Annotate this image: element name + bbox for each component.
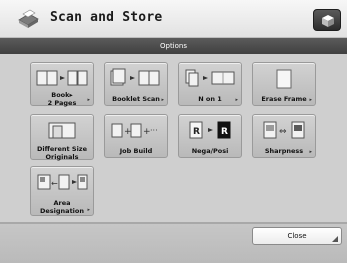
booklet-scan-icon (105, 68, 167, 90)
svg-text:R: R (193, 127, 200, 137)
corner-mark-icon (332, 236, 338, 242)
title-bar: Scan and Store (0, 0, 347, 38)
cube-icon (322, 15, 334, 27)
erase-frame-icon (253, 68, 315, 90)
close-button[interactable]: Close (252, 227, 342, 245)
chevron-right-icon: ▸ (235, 97, 238, 103)
area-designation-icon: ← (31, 172, 93, 194)
area-designation-button[interactable]: ← Area Designation ▸ (30, 166, 94, 216)
svg-text:←: ← (51, 179, 58, 188)
n-on-1-icon (179, 68, 241, 90)
nega-posi-button[interactable]: R R Nega/Posi (178, 114, 242, 158)
sharpness-label: Sharpness (264, 147, 304, 155)
scan-and-store-icon (15, 8, 41, 30)
area-designation-label: Area Designation (40, 199, 84, 215)
different-size-originals-button[interactable]: Different Size Originals (30, 114, 94, 161)
page-title: Scan and Store (50, 10, 163, 25)
job-build-button[interactable]: + + ··· Job Build (104, 114, 168, 158)
erase-frame-label: Erase Frame (261, 95, 307, 103)
job-build-icon: + + ··· (105, 120, 167, 142)
n-on-1-button[interactable]: N on 1 ▸ (178, 62, 242, 106)
chevron-right-icon: ▸ (309, 97, 312, 103)
book-to-two-pages-icon (31, 68, 93, 90)
chevron-right-icon: ▸ (87, 97, 90, 103)
nega-posi-icon: R R (179, 120, 241, 142)
job-build-label: Job Build (119, 147, 153, 155)
close-button-label: Close (287, 232, 307, 240)
sharpness-button[interactable]: ⇔ Sharpness ▸ (252, 114, 316, 158)
erase-frame-button[interactable]: Erase Frame ▸ (252, 62, 316, 106)
booklet-scan-button[interactable]: Booklet Scan ▸ (104, 62, 168, 106)
book-to-two-pages-label: Book▸ 2 Pages (47, 91, 77, 107)
chevron-right-icon: ▸ (161, 97, 164, 103)
svg-text:⇔: ⇔ (279, 127, 287, 137)
svg-text:+: + (124, 127, 132, 137)
different-size-originals-icon (31, 120, 93, 142)
n-on-1-label: N on 1 (198, 95, 222, 103)
svg-text:R: R (221, 127, 228, 137)
device-status-button[interactable] (313, 9, 341, 31)
chevron-right-icon: ▸ (309, 149, 312, 155)
options-header: Options (0, 38, 347, 54)
booklet-scan-label: Booklet Scan (112, 95, 160, 103)
sharpness-icon: ⇔ (253, 120, 315, 142)
different-size-originals-label: Different Size Originals (36, 145, 87, 161)
book-to-two-pages-button[interactable]: Book▸ 2 Pages ▸ (30, 62, 94, 107)
svg-text:···: ··· (150, 126, 158, 135)
chevron-right-icon: ▸ (87, 207, 90, 213)
nega-posi-label: Nega/Posi (191, 147, 229, 155)
